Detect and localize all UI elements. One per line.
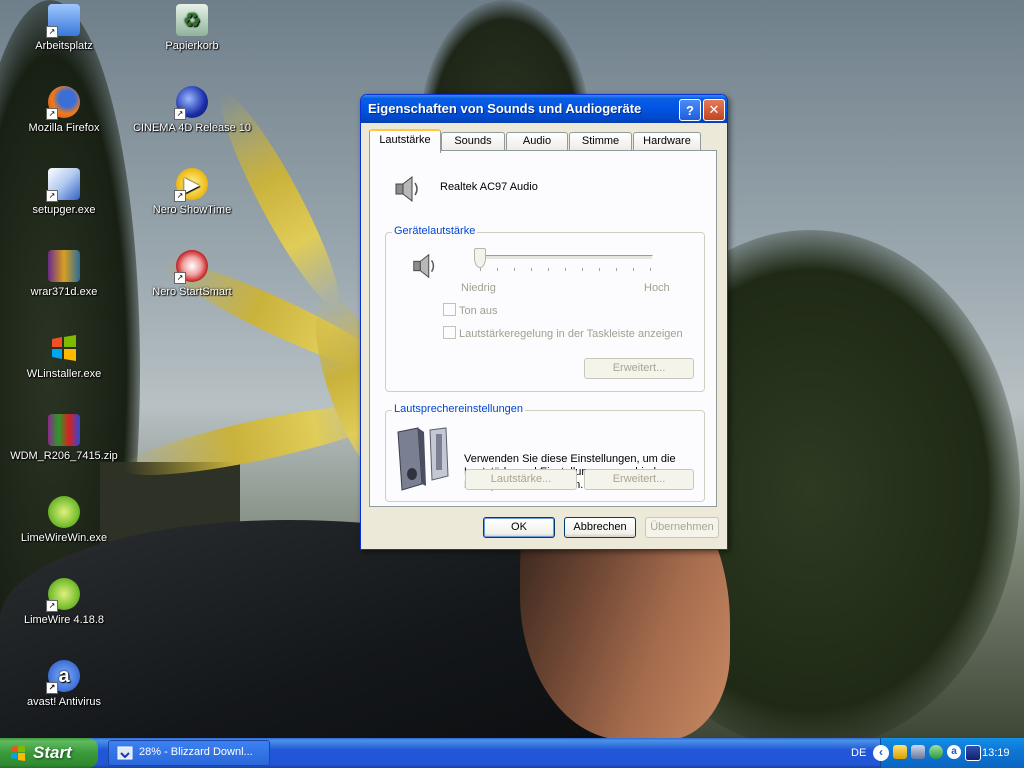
desktop-icon-limewire[interactable]: ↗ LimeWire 4.18.8 xyxy=(4,578,124,627)
desktop-icon-firefox[interactable]: ↗ Mozilla Firefox xyxy=(4,86,124,135)
sound-properties-dialog: Eigenschaften von Sounds und Audiogeräte… xyxy=(360,94,728,550)
network-disconnected-icon[interactable] xyxy=(911,745,925,759)
desktop-icon-winrar[interactable]: wrar371d.exe xyxy=(4,250,124,299)
firefox-icon: ↗ xyxy=(46,86,80,120)
avast-tray-icon[interactable]: a xyxy=(947,745,961,759)
volume-slider-tick xyxy=(514,268,515,271)
recycle-bin-icon: ♻ xyxy=(176,4,208,36)
volume-slider-tick xyxy=(582,268,583,271)
security-shield-icon[interactable] xyxy=(893,745,907,759)
speaker-volume-button[interactable]: Lautstärke... xyxy=(465,469,577,490)
desktop-icon-setupger[interactable]: ↗ setupger.exe xyxy=(4,168,124,217)
desktop-icon-limewirewin[interactable]: LimeWireWin.exe xyxy=(4,496,124,545)
volume-slider-tick xyxy=(497,268,498,271)
cancel-button[interactable]: Abbrechen xyxy=(564,517,636,538)
mute-label: Ton aus xyxy=(459,305,498,317)
dialog-title: Eigenschaften von Sounds und Audiogeräte xyxy=(368,101,642,116)
tab-stimme[interactable]: Stimme xyxy=(569,132,632,151)
taskbar-volume-checkbox[interactable] xyxy=(443,326,456,339)
volume-slider-tick xyxy=(480,268,481,271)
limewire-icon xyxy=(48,496,80,528)
computer-icon: ↗ xyxy=(46,4,80,38)
tab-audio[interactable]: Audio xyxy=(506,132,568,151)
desktop-icon-nero-showtime[interactable]: ▶ ↗ Nero ShowTime xyxy=(132,168,252,217)
windows-logo-icon xyxy=(48,332,80,364)
desktop-icon-papierkorb[interactable]: ♻ Papierkorb xyxy=(132,4,252,53)
volume-slider-tick xyxy=(616,268,617,271)
desktop-icon-nero-startsmart[interactable]: ↗ Nero StartSmart xyxy=(132,250,252,299)
nero-showtime-icon: ▶ ↗ xyxy=(174,168,208,202)
mute-checkbox[interactable] xyxy=(443,303,456,316)
device-advanced-button[interactable]: Erweitert... xyxy=(584,358,694,379)
help-button[interactable]: ? xyxy=(679,99,701,121)
speaker-icon xyxy=(413,253,435,279)
clock: 13:19 xyxy=(982,747,1010,759)
nero-startsmart-icon: ↗ xyxy=(174,250,208,284)
task-label: 28% - Blizzard Downl... xyxy=(139,746,253,758)
dialog-titlebar[interactable]: Eigenschaften von Sounds und Audiogeräte… xyxy=(361,95,727,123)
download-window-icon xyxy=(117,746,133,760)
desktop-icon-cinema4d[interactable]: ↗ CINEMA 4D Release 10 xyxy=(132,86,252,135)
apply-button[interactable]: Übernehmen xyxy=(645,517,719,538)
taskbar: Start 28% - Blizzard Downl... DE ‹ a 13:… xyxy=(0,738,1024,768)
taskbar-task-blizzard-downloader[interactable]: 28% - Blizzard Downl... xyxy=(108,740,270,766)
ok-button[interactable]: OK xyxy=(483,517,555,538)
messenger-icon[interactable] xyxy=(929,745,943,759)
tab-hardware[interactable]: Hardware xyxy=(633,132,701,151)
close-button[interactable]: ✕ xyxy=(703,99,725,121)
tab-lautstaerke[interactable]: Lautstärke xyxy=(369,129,441,153)
speaker-settings-group-label: Lautsprechereinstellungen xyxy=(392,403,526,415)
setup-icon: ↗ xyxy=(46,168,80,202)
cinema4d-icon: ↗ xyxy=(174,86,208,120)
speaker-icon xyxy=(395,175,418,203)
windows-logo-icon xyxy=(11,745,25,761)
taskbar-volume-label: Lautstärkeregelung in der Taskleiste anz… xyxy=(459,328,683,340)
device-name: Realtek AC97 Audio xyxy=(440,181,538,193)
volume-slider-tick xyxy=(633,268,634,271)
volume-low-label: Niedrig xyxy=(461,282,496,294)
desktop-icon-wlinstaller[interactable]: WLinstaller.exe xyxy=(4,332,124,381)
language-indicator[interactable]: DE xyxy=(851,747,866,759)
volume-high-label: Hoch xyxy=(644,282,670,294)
tab-sounds[interactable]: Sounds xyxy=(441,132,505,151)
volume-slider-track[interactable] xyxy=(476,255,653,260)
tray-expand-chevron-icon[interactable]: ‹ xyxy=(873,745,889,761)
zip-archive-icon xyxy=(48,414,80,446)
display-icon[interactable] xyxy=(965,745,981,761)
desktop-icon-arbeitsplatz[interactable]: ↗ Arbeitsplatz xyxy=(4,4,124,53)
volume-slider-tick xyxy=(565,268,566,271)
avast-icon: a ↗ xyxy=(46,660,80,694)
volume-slider-tick xyxy=(650,268,651,271)
start-button[interactable]: Start xyxy=(0,738,98,768)
volume-slider-thumb[interactable] xyxy=(474,248,486,268)
help-icon: ? xyxy=(686,102,694,118)
speakers-icon xyxy=(397,427,449,491)
limewire-icon: ↗ xyxy=(46,578,80,612)
winrar-icon xyxy=(48,250,80,282)
desktop-icon-wdm-zip[interactable]: WDM_R206_7415.zip xyxy=(4,414,124,463)
volume-slider-tick xyxy=(599,268,600,271)
start-label: Start xyxy=(33,743,72,762)
volume-slider-tick xyxy=(531,268,532,271)
device-volume-group-label: Gerätelautstärke xyxy=(392,225,478,237)
speaker-advanced-button[interactable]: Erweitert... xyxy=(584,469,694,490)
volume-slider-tick xyxy=(548,268,549,271)
desktop-icon-avast[interactable]: a ↗ avast! Antivirus xyxy=(4,660,124,709)
volume-tab-panel: Realtek AC97 Audio Gerätelautstärke Nied… xyxy=(369,150,717,507)
close-icon: ✕ xyxy=(708,102,720,117)
